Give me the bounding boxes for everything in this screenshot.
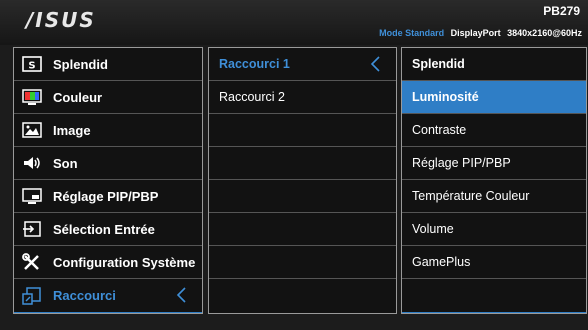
status-line: Mode Standard DisplayPort 3840x2160@60Hz: [379, 28, 582, 38]
option-label: Contraste: [412, 123, 467, 137]
selection-underline: [402, 312, 586, 313]
menu-item-label: Réglage PIP/PBP: [53, 188, 159, 204]
asus-logo: /ISUS: [26, 8, 96, 32]
submenu-item-shortcut-2[interactable]: Raccourci 2: [209, 81, 396, 114]
model-name: PB279: [543, 4, 580, 18]
menu-item-label: Raccourci: [53, 288, 116, 303]
menu-item-label: Splendid: [53, 56, 108, 72]
option-luminosite[interactable]: Luminosité: [402, 81, 586, 114]
submenu-empty-row: [209, 114, 396, 147]
option-pip-pbp[interactable]: Réglage PIP/PBP: [402, 147, 586, 180]
option-label: Splendid: [412, 57, 465, 71]
submenu-item-label: Raccourci 2: [219, 90, 285, 104]
menu-item-pip-pbp[interactable]: Réglage PIP/PBP: [14, 180, 202, 213]
pip-icon: [21, 187, 43, 205]
menu-item-label: Sélection Entrée: [53, 221, 155, 237]
color-icon: [21, 88, 43, 106]
image-icon: [21, 121, 43, 139]
option-label: Température Couleur: [412, 189, 530, 203]
menu-item-son[interactable]: Son: [14, 147, 202, 180]
resolution-label: 3840x2160@60Hz: [507, 28, 582, 38]
wrench-icon: [21, 253, 43, 271]
option-color-temperature[interactable]: Température Couleur: [402, 180, 586, 213]
menu-item-couleur[interactable]: Couleur: [14, 81, 202, 114]
input-icon: [21, 220, 43, 238]
option-splendid[interactable]: Splendid: [402, 48, 586, 81]
menu-item-shortcut[interactable]: Raccourci: [14, 279, 202, 312]
main-menu: S Splendid Couleur Image Son Réglage PIP…: [13, 47, 203, 314]
menu-item-image[interactable]: Image: [14, 114, 202, 147]
mode-label: Mode Standard: [379, 28, 445, 38]
osd-header: /ISUS PB279 Mode Standard DisplayPort 38…: [0, 0, 588, 45]
svg-text:S: S: [28, 61, 35, 72]
menu-item-label: Image: [53, 122, 91, 138]
chevron-left-icon: [176, 287, 186, 303]
option-contraste[interactable]: Contraste: [402, 114, 586, 147]
submenu-empty-row: [209, 180, 396, 213]
menu-item-label: Son: [53, 155, 78, 171]
menu-item-input-select[interactable]: Sélection Entrée: [14, 213, 202, 246]
option-label: Volume: [412, 222, 454, 236]
option-label: Réglage PIP/PBP: [412, 156, 511, 170]
submenu-item-shortcut-1[interactable]: Raccourci 1: [209, 48, 396, 81]
connection-label: DisplayPort: [450, 28, 501, 38]
option-label: Luminosité: [412, 90, 479, 104]
menu-item-label: Configuration Système: [53, 254, 196, 270]
submenu: Raccourci 1 Raccourci 2: [208, 47, 397, 314]
option-label: GamePlus: [412, 255, 471, 269]
submenu-item-label: Raccourci 1: [219, 57, 290, 71]
submenu-empty-row: [209, 147, 396, 180]
submenu-empty-row: [209, 213, 396, 246]
selection-underline: [14, 312, 202, 313]
options-list: Splendid Luminosité Contraste Réglage PI…: [401, 47, 587, 314]
speaker-icon: [21, 154, 43, 172]
option-gameplus[interactable]: GamePlus: [402, 246, 586, 279]
chevron-left-icon: [370, 56, 380, 72]
submenu-empty-row: [209, 246, 396, 279]
option-volume[interactable]: Volume: [402, 213, 586, 246]
splendid-icon: S: [21, 55, 43, 73]
shortcut-icon: [21, 286, 43, 305]
menu-item-label: Couleur: [53, 89, 103, 105]
menu-item-system-setup[interactable]: Configuration Système: [14, 246, 202, 279]
menu-item-splendid[interactable]: S Splendid: [14, 48, 202, 81]
